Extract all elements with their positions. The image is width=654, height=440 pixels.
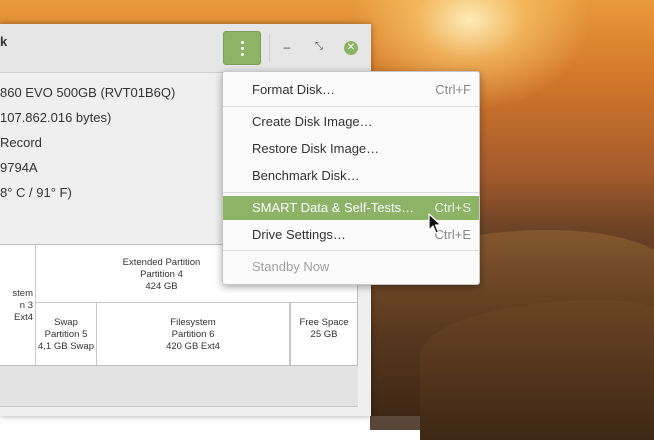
- partition-number: n 3: [19, 300, 33, 311]
- disk-model: 860 EVO 500GB (RVT01B6Q): [0, 85, 176, 100]
- titlebar: k – ⤡ ✕: [0, 24, 371, 73]
- app-menu-dropdown: Format Disk… Ctrl+F Create Disk Image… R…: [222, 71, 480, 285]
- menu-item-label: Standby Now: [252, 259, 330, 274]
- volume-toolbar: [0, 366, 358, 407]
- menu-item-shortcut: Ctrl+F: [435, 82, 471, 97]
- menu-item-label: SMART Data & Self-Tests…: [252, 200, 415, 215]
- maximize-button[interactable]: ⤡: [312, 40, 326, 54]
- close-button[interactable]: ✕: [344, 41, 358, 55]
- menu-separator: [223, 106, 479, 107]
- partition-5-cell[interactable]: Swap Partition 5 4,1 GB Swap: [36, 303, 97, 365]
- free-space-cell[interactable]: Free Space 25 GB: [290, 303, 357, 365]
- menu-separator: [223, 192, 479, 193]
- menu-item-label: Format Disk…: [252, 82, 336, 97]
- partition-size: 25 GB: [310, 329, 338, 340]
- partition-size: Ext4: [13, 312, 33, 323]
- disk-temperature: 8° C / 91° F): [0, 185, 72, 200]
- partition-size: 4,1 GB Swap: [38, 341, 94, 352]
- partition-6-cell[interactable]: Filesystem Partition 6 420 GB Ext4: [97, 303, 290, 365]
- partition-3-cell[interactable]: stem n 3 Ext4: [0, 245, 36, 365]
- partition-name: Free Space: [299, 317, 349, 328]
- menu-item-benchmark-disk[interactable]: Benchmark Disk…: [223, 164, 479, 188]
- partition-name: Filesystem: [170, 317, 216, 328]
- menu-item-create-disk-image[interactable]: Create Disk Image…: [223, 110, 479, 134]
- menu-item-restore-disk-image[interactable]: Restore Disk Image…: [223, 137, 479, 161]
- partition-name: stem: [12, 288, 33, 299]
- menu-item-format-disk[interactable]: Format Disk… Ctrl+F: [223, 78, 479, 102]
- disk-size: 107.862.016 bytes): [0, 110, 112, 125]
- menu-separator: [223, 250, 479, 251]
- mouse-pointer-icon: [428, 213, 442, 234]
- menu-item-label: Restore Disk Image…: [252, 141, 380, 156]
- app-menu-button[interactable]: [223, 31, 261, 65]
- disk-serial: 9794A: [0, 160, 38, 175]
- disk-partitioning: Record: [0, 135, 42, 150]
- menu-item-label: Drive Settings…: [252, 227, 346, 242]
- menu-item-label: Benchmark Disk…: [252, 168, 360, 183]
- kebab-menu-icon: [241, 41, 245, 57]
- minimize-button[interactable]: –: [280, 40, 294, 54]
- titlebar-separator: [269, 34, 270, 62]
- partition-number: Partition 6: [171, 329, 215, 340]
- partition-size: 420 GB Ext4: [166, 341, 220, 352]
- menu-item-label: Create Disk Image…: [252, 114, 373, 129]
- partition-name: Swap: [54, 317, 78, 328]
- menu-item-standby-now[interactable]: Standby Now: [223, 255, 479, 279]
- partition-number: Partition 5: [44, 329, 88, 340]
- window-title: k: [0, 34, 8, 49]
